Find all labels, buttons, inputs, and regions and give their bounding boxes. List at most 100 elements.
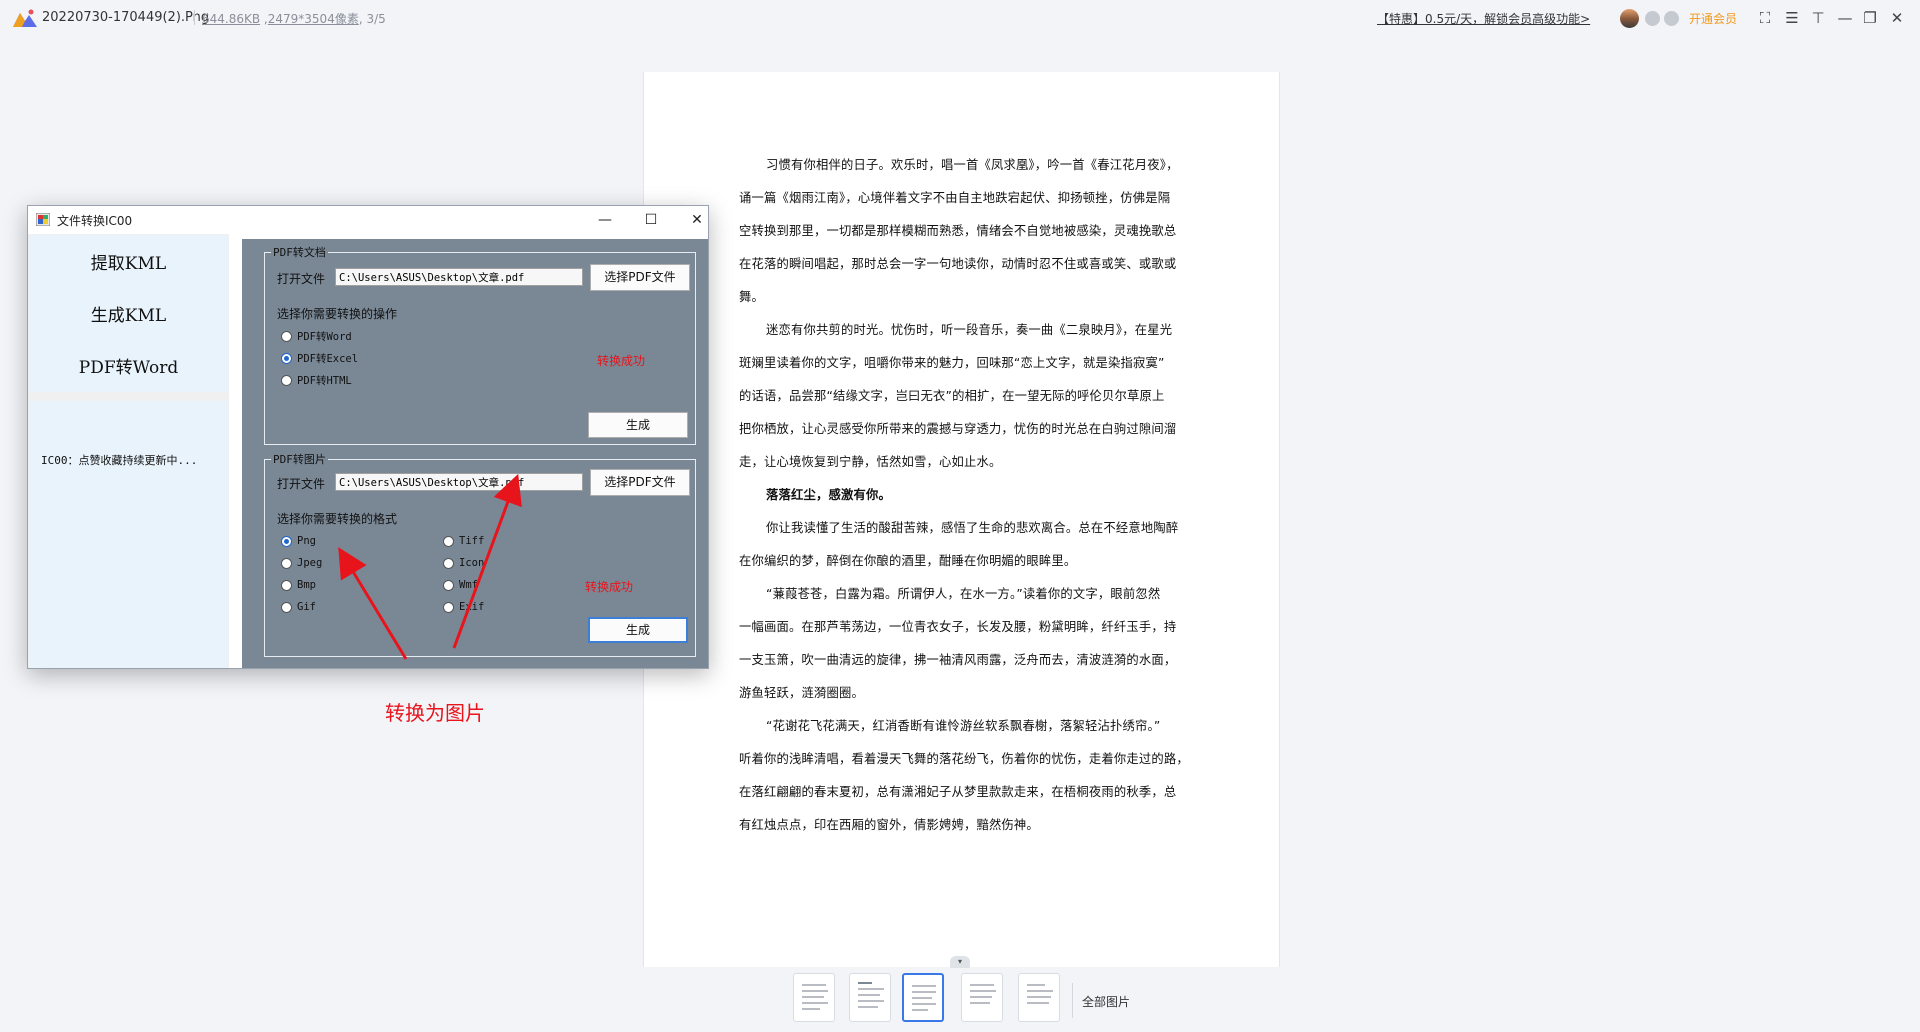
radio-dot[interactable]: [281, 353, 292, 364]
doc-line: “蒹葭苍苍，白露为霜。所谓伊人，在水一方。”读着你的文字，眼前忽然: [766, 587, 1161, 601]
pdf-path-input[interactable]: C:\Users\ASUS\Desktop\文章.pdf: [335, 268, 583, 286]
open-file-label: 打开文件: [277, 272, 326, 286]
radio-gif[interactable]: Gif: [281, 601, 316, 613]
file-size[interactable]: 644.86KB: [202, 12, 260, 26]
radio-dot[interactable]: [443, 557, 454, 569]
page-index: 3/5: [366, 12, 386, 26]
doc-line: 游鱼轻跃，涟漪圈圈。: [739, 686, 864, 700]
all-images-button[interactable]: 全部图片: [1082, 993, 1130, 1010]
group-legend: PDF转文档: [271, 244, 328, 260]
radio-dot[interactable]: [281, 579, 292, 591]
radio-wmf[interactable]: Wmf: [443, 579, 478, 591]
pdf-to-doc-group: PDF转文档 打开文件 C:\Users\ASUS\Desktop\文章.pdf…: [264, 244, 696, 445]
radio-label: Icon: [459, 557, 485, 569]
menu-pdf-to-word[interactable]: PDF转Word: [29, 353, 228, 378]
window-title: 文件转换IC00: [57, 214, 133, 228]
radio-dot[interactable]: [281, 375, 292, 386]
collapse-thumbs-icon[interactable]: ▾: [950, 956, 970, 968]
info-panel: IC00：点赞收藏持续更新中...: [29, 401, 228, 668]
radio-icon[interactable]: Icon: [443, 557, 484, 569]
radio-label: PDF转Word: [297, 331, 352, 343]
document-page: 习惯有你相伴的日子。欢乐时，唱一首《凤求凰》，吟一首《春江花月夜》， 诵一篇《烟…: [643, 72, 1280, 967]
doc-line: 有红烛点点，印在西厢的窗外，倩影娉娉，黯然伤神。: [739, 818, 1039, 832]
vip-button[interactable]: 开通会员: [1689, 10, 1737, 27]
radio-dot[interactable]: [443, 579, 454, 591]
file-meta: 644.86KB ,2479*3504像素, 3/5: [202, 12, 386, 26]
thumbnail-1[interactable]: [793, 973, 835, 1022]
doc-line: 诵一篇《烟雨江南》，心境伴着文字不由自主地跌宕起伏、抑扬顿挫，仿佛是隔: [739, 191, 1171, 205]
radio-pdf-to-html[interactable]: PDF转HTML: [281, 373, 352, 388]
doc-line: 听着你的浅眸清唱，看着漫天飞舞的落花纷飞，伤着你的忧伤，走着你走过的路，: [739, 752, 1189, 766]
pdf-to-image-group: PDF转图片 打开文件 C:\Users\ASUS\Desktop\文章.pdf…: [264, 451, 696, 657]
radio-dot[interactable]: [281, 557, 292, 569]
radio-pdf-to-word[interactable]: PDF转Word: [281, 329, 352, 344]
radio-label: Bmp: [297, 579, 316, 591]
doc-line: 斑斓里读着你的文字，咀嚼你带来的魅力，回味那“恋上文字，就是染指寂寞”: [739, 356, 1165, 370]
doc-line: 舞。: [739, 290, 764, 304]
open-file-label: 打开文件: [277, 477, 326, 491]
doc-line: 一幅画面。在那芦苇荡边，一位青衣女子，长发及腰，粉黛明眸，纤纤玉手，持: [739, 620, 1177, 634]
radio-pdf-to-excel[interactable]: PDF转Excel: [281, 351, 358, 366]
avatar[interactable]: [1620, 9, 1639, 28]
radio-bmp[interactable]: Bmp: [281, 579, 316, 591]
radio-dot[interactable]: [443, 535, 454, 547]
generate-button[interactable]: 生成: [588, 617, 688, 643]
doc-line: 走，让心境恢复到宁静，恬然如雪，心如止水。: [739, 455, 1002, 469]
radio-dot[interactable]: [443, 601, 454, 613]
radio-label: PDF转HTML: [297, 375, 352, 387]
radio-jpeg[interactable]: Jpeg: [281, 557, 322, 569]
minimize-icon[interactable]: —: [1835, 8, 1855, 28]
window-close-icon[interactable]: ✕: [682, 209, 712, 231]
menu-generate-kml[interactable]: 生成KML: [29, 301, 228, 326]
level-badge-icon[interactable]: [1645, 11, 1660, 26]
doc-line: 在你编织的梦，醉倒在你酿的酒里，酣睡在你明媚的眼眸里。: [739, 554, 1077, 568]
doc-line: 把你栖放，让心灵感受你所带来的震撼与穿透力，忧伤的时光总在白驹过隙间溜: [739, 422, 1177, 436]
generate-button[interactable]: 生成: [588, 412, 688, 438]
doc-line: 习惯有你相伴的日子。欢乐时，唱一首《凤求凰》，吟一首《春江花月夜》，: [766, 158, 1179, 172]
menu-extract-kml[interactable]: 提取KML: [29, 249, 228, 274]
radio-png[interactable]: Png: [281, 535, 316, 547]
radio-dot[interactable]: [281, 331, 292, 342]
select-pdf-button[interactable]: 选择PDF文件: [590, 264, 690, 291]
menu-icon[interactable]: ☰: [1782, 8, 1802, 28]
thumbnail-2[interactable]: [849, 973, 891, 1022]
annotation-text: 转换为图片: [385, 701, 485, 725]
image-dimensions[interactable]: 2479*3504像素: [268, 12, 359, 26]
doc-line: “花谢花飞花满天，红消香断有谁怜游丝软系飘春榭，落絮轻沾扑绣帘。”: [766, 719, 1161, 733]
window-maximize-icon[interactable]: ☐: [636, 209, 666, 231]
doc-line: 空转换到那里，一切都是那样模糊而熟悉，情绪会不自觉地被感染，灵魂挽歌总: [739, 224, 1177, 238]
converter-window: 文件转换IC00 — ☐ ✕ 提取KML 生成KML PDF转Word IC00…: [27, 205, 709, 669]
right-panel: PDF转文档 打开文件 C:\Users\ASUS\Desktop\文章.pdf…: [242, 239, 708, 668]
doc-line: 你让我读懂了生活的酸甜苦辣，感悟了生命的悲欢离合。总在不经意地陶醉: [766, 521, 1179, 535]
window-titlebar: 文件转换IC00 — ☐ ✕: [28, 206, 708, 234]
format-label: 选择你需要转换的格式: [277, 512, 398, 526]
thumbnail-4[interactable]: [961, 973, 1003, 1022]
thumbnail-3[interactable]: [902, 973, 944, 1022]
doc-line: 在花落的瞬间唱起，那时总会一字一句地读你，动情时忍不住或喜或笑、或歌或: [739, 257, 1177, 271]
status-success: 转换成功: [585, 580, 634, 594]
thumbnail-5[interactable]: [1018, 973, 1060, 1022]
restore-icon[interactable]: ❐: [1860, 8, 1880, 28]
fullscreen-icon[interactable]: ⛶: [1755, 8, 1775, 28]
radio-exif[interactable]: Exif: [443, 601, 484, 613]
window-minimize-icon[interactable]: —: [590, 209, 620, 231]
thumbnail-bar: 全部图片: [0, 968, 1920, 1032]
select-pdf-button[interactable]: 选择PDF文件: [590, 469, 690, 496]
promo-link[interactable]: 【特惠】0.5元/天，解锁会员高级功能>: [1377, 10, 1590, 27]
radio-dot[interactable]: [281, 601, 292, 613]
divider: [194, 10, 195, 25]
group-legend: PDF转图片: [271, 451, 328, 467]
radio-tiff[interactable]: Tiff: [443, 535, 484, 547]
radio-label: Jpeg: [297, 557, 323, 569]
doc-line: 在落红翩翩的春末夏初，总有潇湘妃子从梦里款款走来，在梧桐夜雨的秋季，总: [739, 785, 1177, 799]
left-panel: 提取KML 生成KML PDF转Word IC00：点赞收藏持续更新中...: [28, 234, 229, 668]
doc-line: 迷恋有你共剪的时光。忧伤时，听一段音乐，奏一曲《二泉映月》，在星光: [766, 323, 1173, 337]
radio-dot[interactable]: [281, 535, 292, 547]
pdf-path-input[interactable]: C:\Users\ASUS\Desktop\文章.pdf: [335, 473, 583, 491]
coin-badge-icon[interactable]: [1664, 11, 1679, 26]
radio-label: Gif: [297, 601, 316, 613]
pin-icon[interactable]: ⊤: [1808, 8, 1828, 28]
radio-label: Tiff: [459, 535, 485, 547]
close-icon[interactable]: ✕: [1887, 8, 1907, 28]
title-bar: 20220730-170449(2).Png 644.86KB ,2479*35…: [0, 0, 1920, 36]
